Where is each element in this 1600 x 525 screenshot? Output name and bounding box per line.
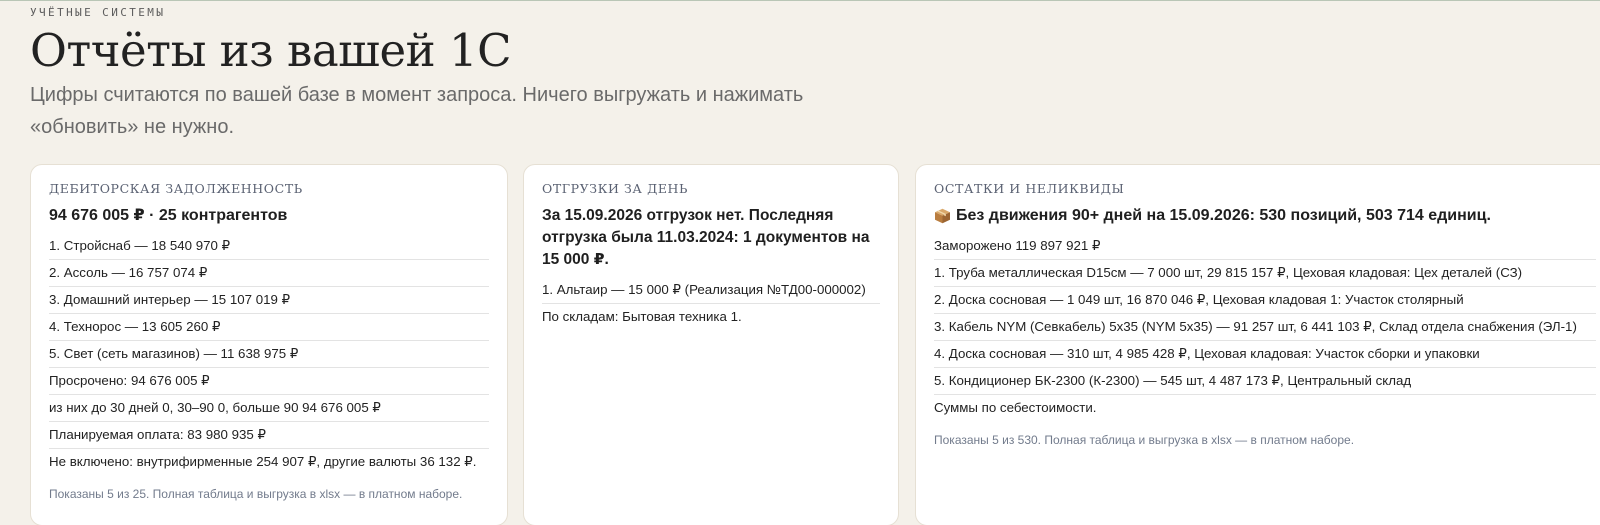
stock-headline-wrap: Без движения 90+ дней на 15.09.2026: 530… bbox=[934, 205, 1596, 227]
stock-card-label: ОСТАТКИ И НЕЛИКВИДЫ bbox=[934, 181, 1125, 196]
list-item: 4. Доска сосновая — 310 шт, 4 985 428 ₽,… bbox=[934, 341, 1596, 368]
page-title: Отчёты из вашей 1С bbox=[30, 24, 512, 77]
receivables-card-label: ДЕБИТОРСКАЯ ЗАДОЛЖЕННОСТЬ bbox=[49, 181, 303, 196]
page: УЧЁТНЫЕ СИСТЕМЫ Отчёты из вашей 1С Цифры… bbox=[0, 5, 1600, 525]
excluded-note: Не включено: внутрифирменные 254 907 ₽, … bbox=[49, 454, 477, 469]
list-item: 3. Кабель NYM (Севкабель) 5х35 (NYM 5х35… bbox=[934, 314, 1596, 341]
list-item: 5. Свет (сеть магазинов) — 11 638 975 ₽ bbox=[49, 341, 489, 368]
stock-card: ОСТАТКИ И НЕЛИКВИДЫ Без движения 90+ дне… bbox=[915, 164, 1600, 525]
list-item: 1. Альтаир — 15 000 ₽ (Реализация №ТД00-… bbox=[542, 277, 880, 304]
planned-payment: Планируемая оплата: 83 980 935 ₽ bbox=[49, 422, 489, 449]
shipments-rows: 1. Альтаир — 15 000 ₽ (Реализация №ТД00-… bbox=[542, 277, 880, 331]
list-item: 5. Кондиционер БК-2300 (К-2300) — 545 шт… bbox=[934, 368, 1596, 395]
receivables-footnote: Показаны 5 из 25. Полная таблица и выгру… bbox=[49, 487, 463, 501]
list-item: 3. Домашний интерьер — 15 107 019 ₽ bbox=[49, 287, 489, 314]
list-item: 2. Доска сосновая — 1 049 шт, 16 870 046… bbox=[934, 287, 1596, 314]
section-eyebrow: УЧЁТНЫЕ СИСТЕМЫ bbox=[30, 6, 166, 19]
list-item: 1. Труба металлическая D15см — 7 000 шт,… bbox=[934, 260, 1596, 287]
stock-rows: Заморожено 119 897 921 ₽ 1. Труба металл… bbox=[934, 233, 1596, 422]
cost-basis-note: Суммы по себестоимости. bbox=[934, 400, 1097, 415]
stock-footnote: Показаны 5 из 530. Полная таблица и выгр… bbox=[934, 433, 1355, 447]
receivables-headline: 94 676 005 ₽ · 25 контрагентов bbox=[49, 207, 288, 224]
shipments-card: ОТГРУЗКИ ЗА ДЕНЬ За 15.09.2026 отгрузок … bbox=[523, 164, 899, 525]
shipments-headline: За 15.09.2026 отгрузок нет. Последняя от… bbox=[542, 207, 870, 268]
list-item: 4. Технорос — 13 605 260 ₽ bbox=[49, 314, 489, 341]
page-lead: Цифры считаются по вашей базе в момент з… bbox=[30, 84, 804, 138]
shipments-card-label: ОТГРУЗКИ ЗА ДЕНЬ bbox=[542, 181, 689, 196]
list-item: 2. Ассоль — 16 757 074 ₽ bbox=[49, 260, 489, 287]
receivables-rows: 1. Стройснаб — 18 540 970 ₽ 2. Ассоль — … bbox=[49, 233, 489, 476]
list-item: 1. Стройснаб — 18 540 970 ₽ bbox=[49, 233, 489, 260]
overdue-breakdown: из них до 30 дней 0, 30–90 0, больше 90 … bbox=[49, 395, 489, 422]
overdue-total: Просрочено: 94 676 005 ₽ bbox=[49, 368, 489, 395]
receivables-card: ДЕБИТОРСКАЯ ЗАДОЛЖЕННОСТЬ 94 676 005 ₽ ·… bbox=[30, 164, 508, 525]
warehouse-summary: По складам: Бытовая техника 1. bbox=[542, 309, 742, 324]
report-cards: ДЕБИТОРСКАЯ ЗАДОЛЖЕННОСТЬ 94 676 005 ₽ ·… bbox=[30, 164, 1600, 525]
stock-headline: Без движения 90+ дней на 15.09.2026: 530… bbox=[956, 207, 1491, 224]
frozen-total: Заморожено 119 897 921 ₽ bbox=[934, 233, 1596, 260]
package-icon bbox=[934, 208, 951, 224]
